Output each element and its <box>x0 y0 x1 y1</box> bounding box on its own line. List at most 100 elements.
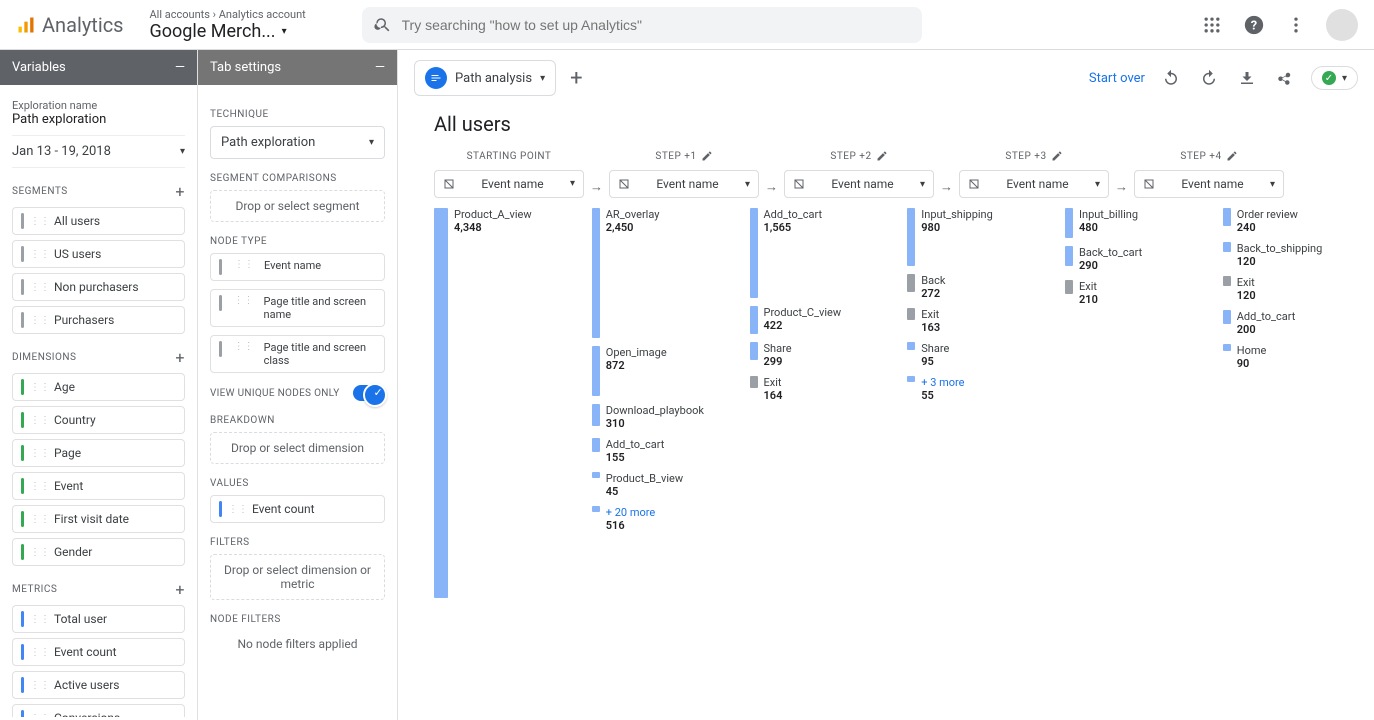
metric-chip[interactable]: ⋮⋮Conversions <box>12 704 185 717</box>
step-event-select[interactable]: Event name▾ <box>1134 170 1284 198</box>
exploration-name[interactable]: Path exploration <box>12 112 185 127</box>
sankey-node[interactable]: Product_A_view4,348 <box>434 208 569 598</box>
chevron-down-icon: ▾ <box>1342 73 1347 84</box>
sankey-node[interactable]: Exit210 <box>1065 280 1200 306</box>
search-box[interactable] <box>362 7 922 43</box>
sankey-node[interactable]: AR_overlay2,450 <box>592 208 727 338</box>
add-segment-button[interactable]: + <box>175 182 185 201</box>
node-bar <box>907 342 915 350</box>
step-event-select[interactable]: Event name▾ <box>784 170 934 198</box>
sankey-node[interactable]: Input_billing480 <box>1065 208 1200 238</box>
node-label: Download_playbook <box>606 404 704 417</box>
redo-icon[interactable] <box>1197 66 1221 90</box>
edit-icon[interactable] <box>1051 150 1063 162</box>
drag-handle-icon: ⋮⋮ <box>30 249 50 260</box>
start-over-button[interactable]: Start over <box>1089 71 1145 86</box>
segment-chip[interactable]: ⋮⋮Non purchasers <box>12 273 185 301</box>
more-icon[interactable] <box>1284 13 1308 37</box>
edit-icon[interactable] <box>876 150 888 162</box>
add-dimension-button[interactable]: + <box>175 348 185 367</box>
drag-handle-icon: ⋮⋮ <box>30 282 50 293</box>
filters-dropzone[interactable]: Drop or select dimension or metric <box>210 554 385 600</box>
node-type-chip[interactable]: ⋮⋮Page title and screen name <box>210 289 385 327</box>
sankey-node[interactable]: Exit164 <box>750 376 885 402</box>
sankey-node[interactable]: Back_to_cart290 <box>1065 246 1200 272</box>
edit-icon[interactable] <box>701 150 713 162</box>
account-selector[interactable]: Google Merch... ▾ <box>150 21 330 42</box>
dimension-chip[interactable]: ⋮⋮Country <box>12 406 185 434</box>
sankey-node[interactable]: Product_C_view422 <box>750 306 885 334</box>
dimension-chip[interactable]: ⋮⋮Gender <box>12 538 185 566</box>
more-link[interactable]: + 20 more <box>606 506 655 519</box>
more-link[interactable]: + 3 more <box>921 376 964 389</box>
node-bar <box>907 274 915 292</box>
sankey-node[interactable]: Product_B_view45 <box>592 472 727 498</box>
node-label: Exit <box>1237 276 1256 289</box>
help-icon[interactable]: ? <box>1242 13 1266 37</box>
app-header: Analytics All accounts › Analytics accou… <box>0 0 1374 50</box>
add-metric-button[interactable]: + <box>175 580 185 599</box>
sankey-node[interactable]: Exit120 <box>1223 276 1358 302</box>
metric-chip[interactable]: ⋮⋮Total user <box>12 605 185 633</box>
step-event-select[interactable]: Event name▾ <box>609 170 759 198</box>
sankey-node[interactable]: Download_playbook310 <box>592 404 727 430</box>
node-value: 155 <box>606 451 665 464</box>
value-chip[interactable]: ⋮⋮Event count <box>210 495 385 523</box>
logo[interactable]: Analytics <box>16 13 124 37</box>
download-icon[interactable] <box>1235 66 1259 90</box>
sankey-node[interactable]: Add_to_cart200 <box>1223 310 1358 336</box>
step-event-select[interactable]: Event name▾ <box>434 170 584 198</box>
segment-chip[interactable]: ⋮⋮US users <box>12 240 185 268</box>
node-bar <box>592 208 600 338</box>
dimension-chip[interactable]: ⋮⋮Event <box>12 472 185 500</box>
sankey-node[interactable]: Share95 <box>907 342 1042 368</box>
sankey-more[interactable]: + 20 more516 <box>592 506 727 532</box>
dimension-chip[interactable]: ⋮⋮Age <box>12 373 185 401</box>
variables-header: Variables — <box>0 50 197 85</box>
arrow-icon: → <box>759 153 784 195</box>
step-event-select[interactable]: Event name▾ <box>959 170 1109 198</box>
unique-nodes-toggle-row: VIEW UNIQUE NODES ONLY ✓ <box>210 385 385 401</box>
sankey-node[interactable]: Input_shipping980 <box>907 208 1042 266</box>
segment-chip[interactable]: ⋮⋮Purchasers <box>12 306 185 334</box>
avatar[interactable] <box>1326 9 1358 41</box>
node-type-chip[interactable]: ⋮⋮Event name <box>210 253 385 281</box>
steps-header-row: STARTING POINT Event name▾ → STEP +1 Eve… <box>434 150 1358 198</box>
sankey-more[interactable]: + 3 more55 <box>907 376 1042 402</box>
apps-icon[interactable] <box>1200 13 1224 37</box>
step-column: STARTING POINT Event name▾ <box>434 151 584 198</box>
add-tab-button[interactable]: + <box>570 66 582 91</box>
metric-chip[interactable]: ⋮⋮Event count <box>12 638 185 666</box>
technique-select[interactable]: Path exploration▾ <box>210 126 385 159</box>
node-type-chip[interactable]: ⋮⋮Page title and screen class <box>210 335 385 373</box>
undo-icon[interactable] <box>1159 66 1183 90</box>
sankey-node[interactable]: Exit163 <box>907 308 1042 334</box>
exploration-tab[interactable]: Path analysis ▾ <box>414 60 556 96</box>
collapse-icon[interactable]: — <box>375 60 385 75</box>
metric-chip[interactable]: ⋮⋮Active users <box>12 671 185 699</box>
node-label: Share <box>921 342 949 355</box>
step-column: STEP +3 Event name▾ <box>959 150 1109 198</box>
sankey-node[interactable]: Share299 <box>750 342 885 368</box>
sankey-node[interactable]: Order review240 <box>1223 208 1358 234</box>
collapse-icon[interactable]: — <box>175 60 185 75</box>
unique-nodes-toggle[interactable]: ✓ <box>353 385 385 401</box>
sankey-node[interactable]: Home90 <box>1223 344 1358 370</box>
metrics-section-title: METRICS + <box>12 580 185 599</box>
sankey-node[interactable]: Open_image872 <box>592 346 727 396</box>
node-value: 120 <box>1237 255 1323 268</box>
segment-dropzone[interactable]: Drop or select segment <box>210 190 385 222</box>
share-icon[interactable] <box>1273 66 1297 90</box>
sankey-node[interactable]: Back272 <box>907 274 1042 300</box>
sankey-node[interactable]: Add_to_cart155 <box>592 438 727 464</box>
search-input[interactable] <box>402 17 910 33</box>
edit-icon[interactable] <box>1226 150 1238 162</box>
dimension-chip[interactable]: ⋮⋮First visit date <box>12 505 185 533</box>
date-range-selector[interactable]: Jan 13 - 19, 2018 ▾ <box>12 135 185 168</box>
breakdown-dropzone[interactable]: Drop or select dimension <box>210 432 385 464</box>
sankey-node[interactable]: Back_to_shipping120 <box>1223 242 1358 268</box>
status-pill[interactable]: ✓ ▾ <box>1311 66 1358 90</box>
segment-chip[interactable]: ⋮⋮All users <box>12 207 185 235</box>
dimension-chip[interactable]: ⋮⋮Page <box>12 439 185 467</box>
sankey-node[interactable]: Add_to_cart1,565 <box>750 208 885 298</box>
